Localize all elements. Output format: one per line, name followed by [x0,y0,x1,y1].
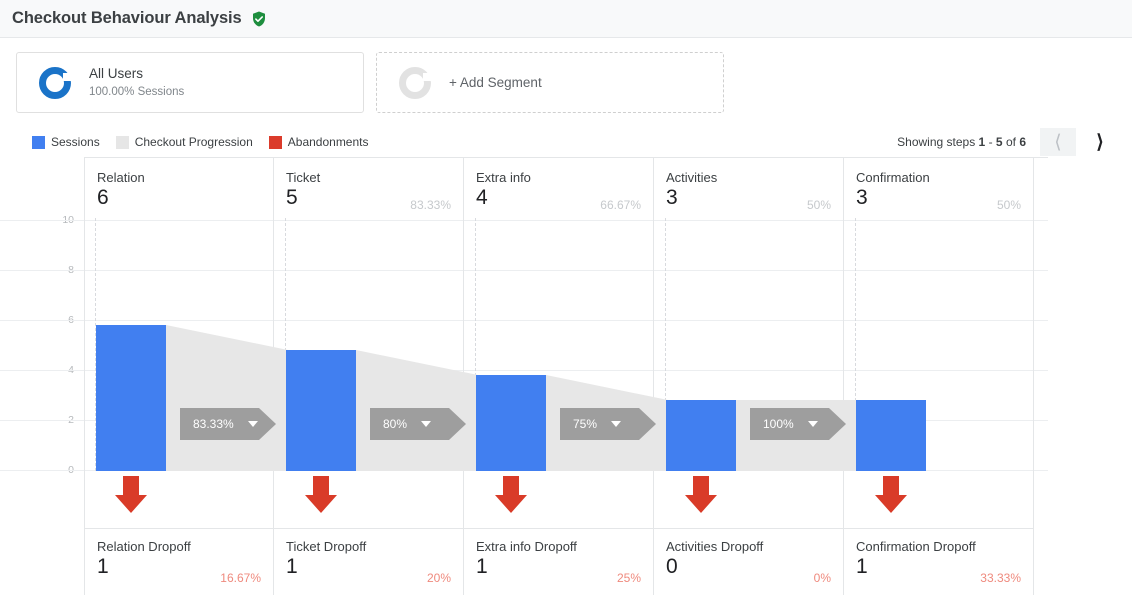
funnel-column-relation[interactable]: Relation 6 Relation Dropoff 1 16.67% [84,158,274,595]
dropoff-percentage: 0% [813,571,831,585]
verified-shield-icon [250,10,268,28]
dropoff-name: Activities Dropoff [666,539,764,554]
progression-badge-label: 75% [573,417,598,431]
legend-swatch-abandonments [268,135,282,149]
dropoff-cell: Relation Dropoff 1 16.67% [85,528,273,595]
dropoff-value: 0 [666,555,678,578]
chevron-left-icon: ⟨ [1054,131,1062,153]
add-segment-label: + Add Segment [449,75,542,90]
step-header: Extra info 4 66.67% [464,158,653,218]
page-header: Checkout Behaviour Analysis [0,0,1132,38]
funnel-chart: 10 8 6 4 2 0 Relation 6 Relation Dropoff… [0,157,1048,595]
dropoff-cell: Ticket Dropoff 1 20% [274,528,463,595]
dropoff-value: 1 [286,555,298,578]
legend-label-abandonments: Abandonments [287,135,369,149]
progression-badge-extra-info-to-activities[interactable]: 75% [560,408,656,440]
legend-row: Sessions Checkout Progression Abandonmen… [0,113,1132,157]
step-header: Relation 6 [85,158,273,218]
add-segment-button[interactable]: + Add Segment [376,52,724,113]
step-header: Activities 3 50% [654,158,843,218]
step-name: Ticket [286,170,321,185]
pagination-prev-button[interactable]: ⟨ [1040,128,1076,156]
progression-badge-label: 80% [383,417,408,431]
dropoff-percentage: 20% [426,571,451,585]
progression-badge-label: 100% [763,417,794,431]
legend-item-abandonments[interactable]: Abandonments [268,135,369,149]
progression-badge-ticket-to-extra-info[interactable]: 80% [370,408,466,440]
donut-icon [39,66,71,99]
step-percentage: 83.33% [410,198,451,212]
dropoff-cell: Extra info Dropoff 1 25% [464,528,653,595]
chevron-down-icon [248,421,258,427]
step-value: 3 [666,186,678,209]
legend-swatch-sessions [32,135,45,149]
dropoff-cell: Activities Dropoff 0 0% [654,528,843,595]
progression-badge-label: 83.33% [193,417,234,431]
pagination-dash: - [988,135,993,149]
legend-swatch-checkout-progression [115,135,129,149]
dropoff-percentage: 16.67% [220,571,261,585]
dropoff-value: 1 [476,555,488,578]
page-title: Checkout Behaviour Analysis [12,9,242,27]
segment-name: All Users [89,66,144,82]
funnel-column-extra-info[interactable]: Extra info 4 66.67% Extra info Dropoff 1… [464,158,654,595]
funnel-column-activities[interactable]: Activities 3 50% Activities Dropoff 0 0% [654,158,844,595]
progression-badge-relation-to-ticket[interactable]: 83.33% [180,408,276,440]
pagination-prefix: Showing steps [897,135,976,149]
pagination-next-button[interactable]: ⟩ [1082,128,1118,156]
dropoff-percentage: 25% [616,571,641,585]
step-header: Confirmation 3 50% [844,158,1033,218]
pagination-of: of [1005,135,1016,149]
chevron-down-icon [808,421,818,427]
step-name: Extra info [476,170,531,185]
pagination-range-end: 5 [995,135,1003,149]
legend-label-sessions: Sessions [51,135,100,149]
pagination-total: 6 [1019,135,1026,149]
pagination-range-start: 1 [978,135,986,149]
step-percentage: 66.67% [600,198,641,212]
pagination-label: Showing steps 1 - 5 of 6 [897,135,1026,149]
donut-outline-icon [399,66,431,99]
step-percentage: 50% [996,198,1021,212]
step-percentage: 50% [806,198,831,212]
dropoff-cell: Confirmation Dropoff 1 33.33% [844,528,1033,595]
segment-card-all-users[interactable]: All Users 100.00% Sessions [16,52,364,113]
step-name: Confirmation [856,170,930,185]
progression-badge-activities-to-confirmation[interactable]: 100% [750,408,846,440]
funnel-column-ticket[interactable]: Ticket 5 83.33% Ticket Dropoff 1 20% [274,158,464,595]
chart-legend: Sessions Checkout Progression Abandonmen… [32,135,369,149]
dropoff-name: Confirmation Dropoff [856,539,976,554]
step-name: Relation [97,170,145,185]
y-axis: 10 8 6 4 2 0 [0,158,84,595]
funnel-column-confirmation[interactable]: Confirmation 3 50% Confirmation Dropoff … [844,158,1034,595]
legend-item-sessions[interactable]: Sessions [32,135,100,149]
dropoff-name: Ticket Dropoff [286,539,367,554]
dropoff-name: Extra info Dropoff [476,539,577,554]
segment-bar: All Users 100.00% Sessions + Add Segment [0,38,1132,113]
step-value: 3 [856,186,868,209]
dropoff-name: Relation Dropoff [97,539,191,554]
segment-subtitle: 100.00% Sessions [89,85,185,98]
step-name: Activities [666,170,718,185]
chevron-down-icon [611,421,621,427]
legend-item-checkout-progression[interactable]: Checkout Progression [115,135,253,149]
chevron-down-icon [421,421,431,427]
pagination: Showing steps 1 - 5 of 6 ⟨ ⟩ [897,128,1118,156]
dropoff-percentage: 33.33% [980,571,1021,585]
step-header: Ticket 5 83.33% [274,158,463,218]
legend-label-checkout-progression: Checkout Progression [134,135,253,149]
chevron-right-icon: ⟩ [1096,131,1104,153]
step-value: 6 [97,186,109,209]
